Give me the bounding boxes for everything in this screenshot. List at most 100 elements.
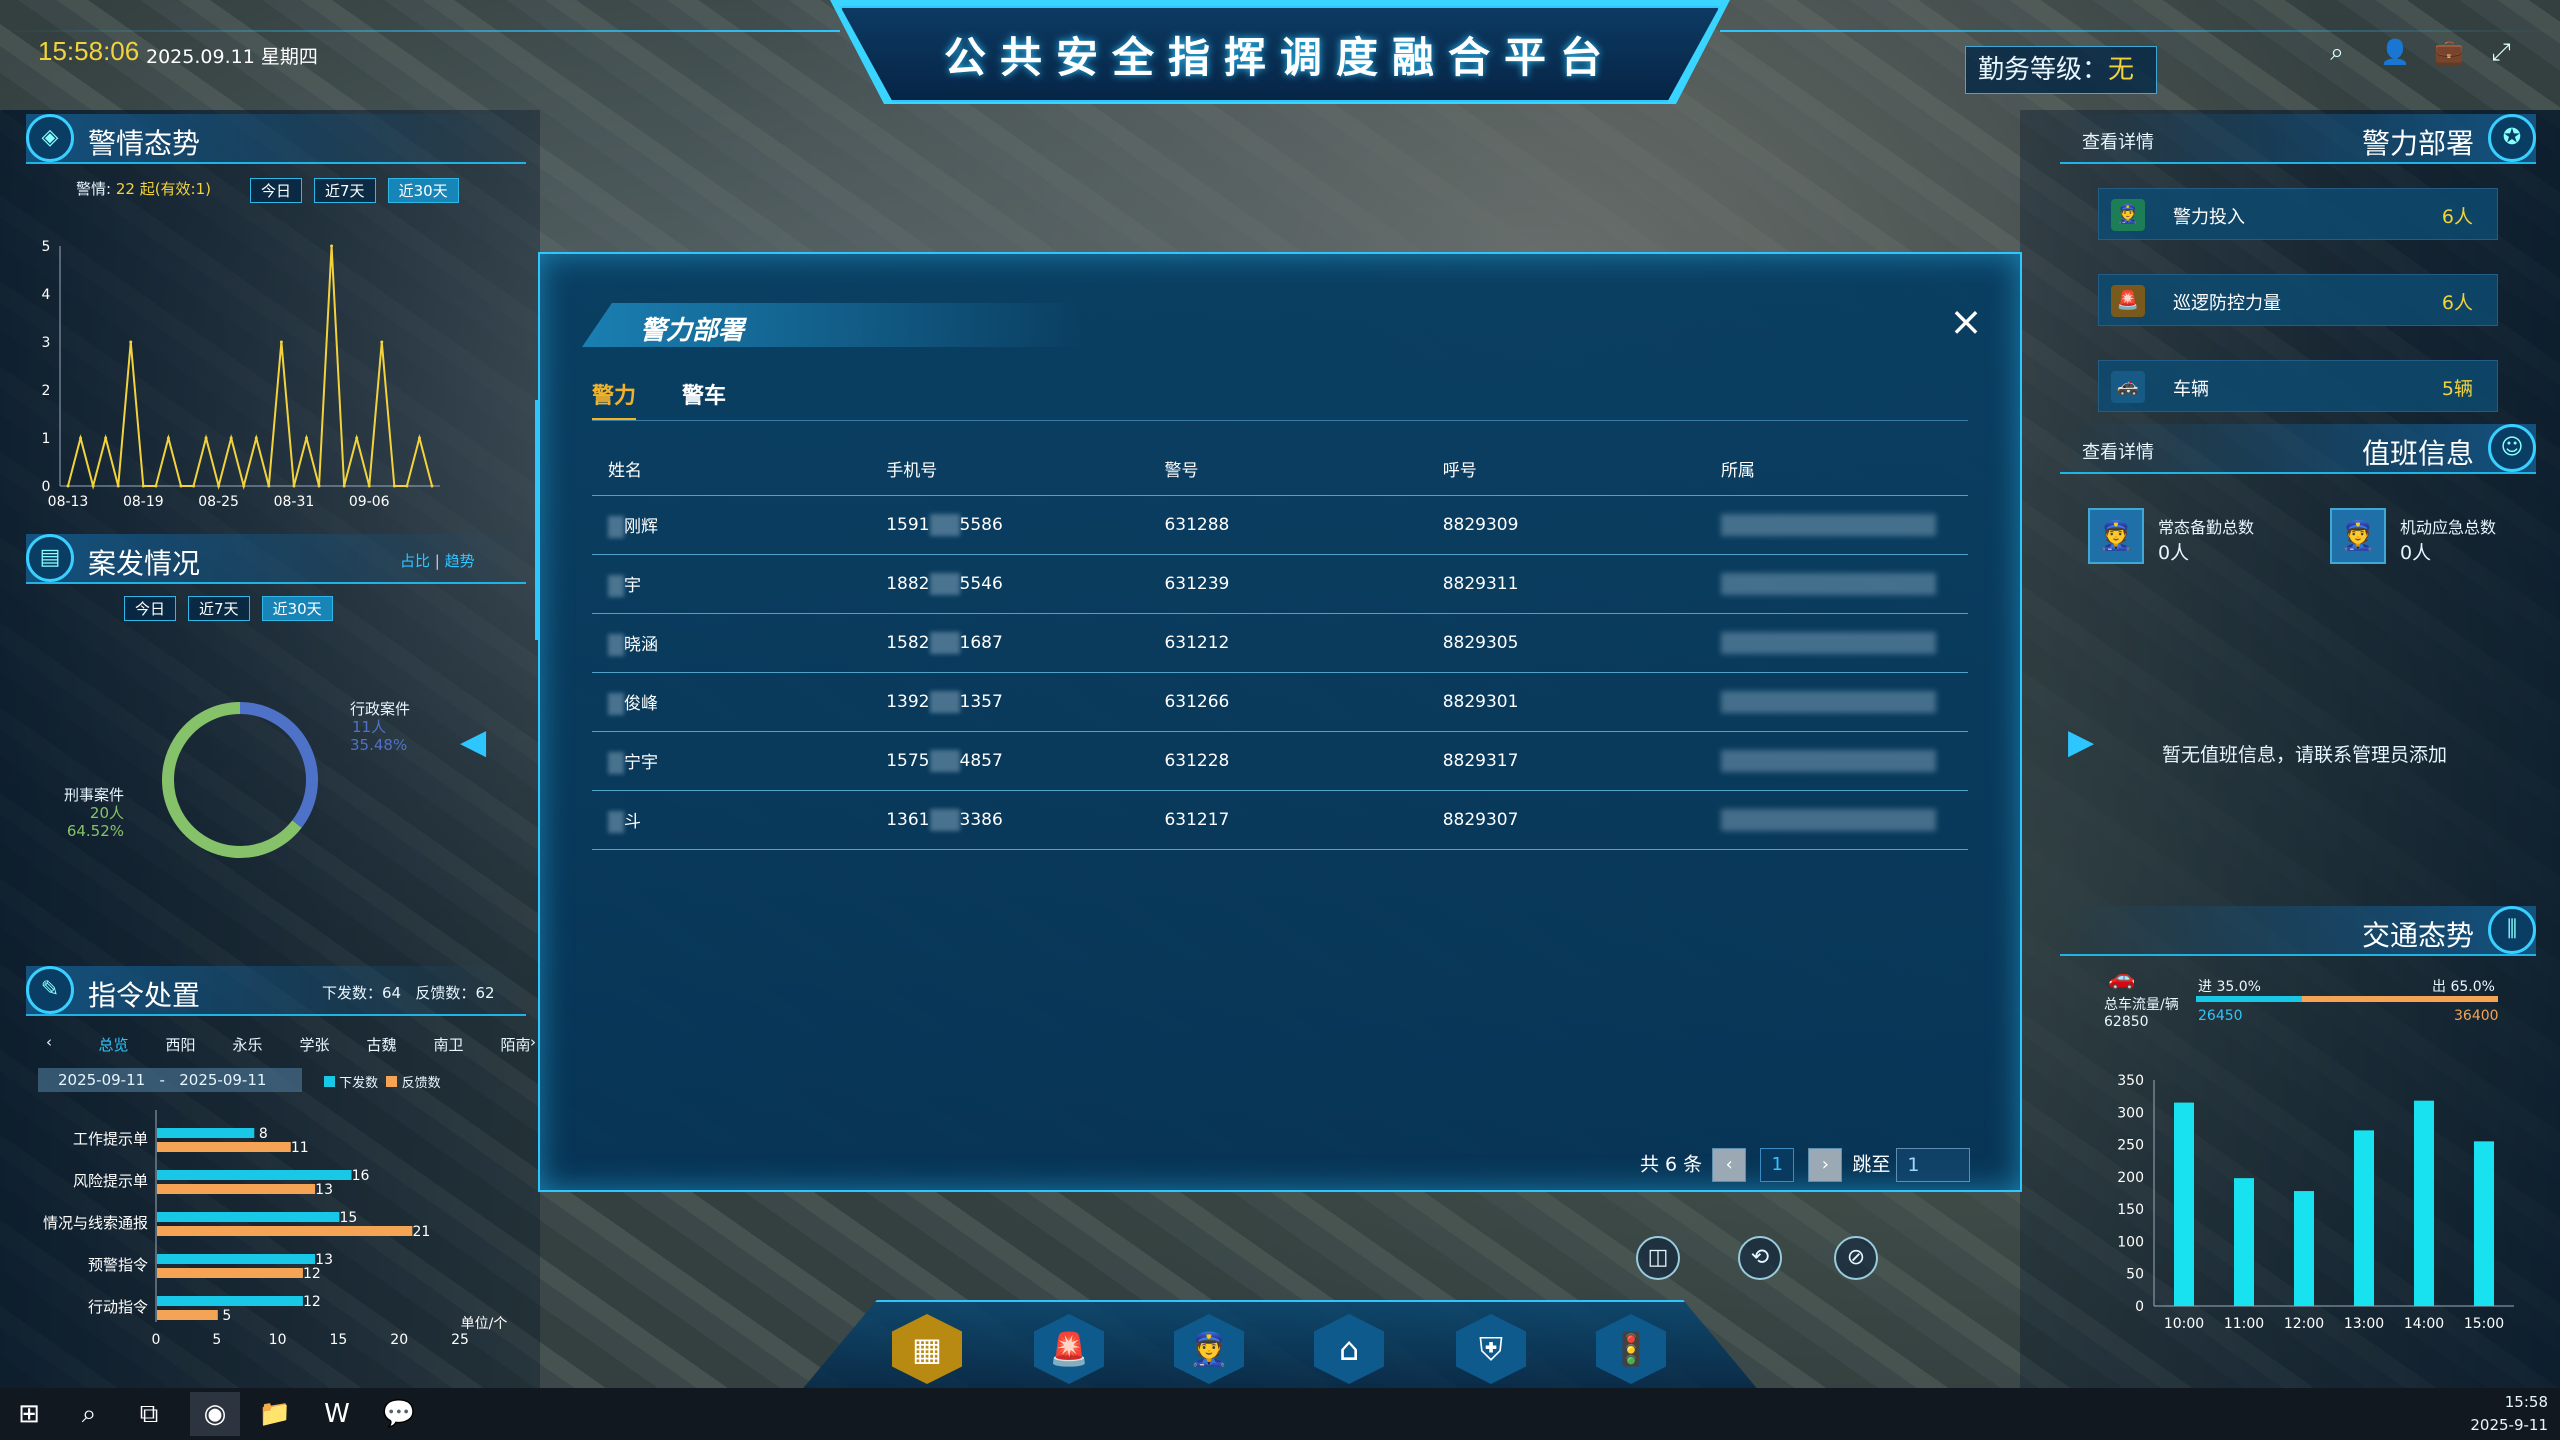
x-tick-label: 08-13	[48, 494, 89, 510]
legend-feedback: 反馈数	[401, 1076, 441, 1091]
legend-swatch-issued	[324, 1076, 335, 1087]
y-tick-label: 250	[2117, 1138, 2144, 1154]
alert-point	[91, 484, 95, 488]
alert-point	[66, 484, 70, 488]
case-link-ratio[interactable]: 占比	[400, 552, 430, 570]
cell-unit	[1704, 672, 1968, 732]
bar-value-label: 16	[352, 1168, 370, 1184]
table-row[interactable]: 斗 1361 3386 631217 8829307	[592, 790, 1968, 850]
x-tick-label: 0	[152, 1332, 161, 1348]
table-row[interactable]: 宇 1882 5546 631239 8829311	[592, 554, 1968, 614]
y-tick-label: 4	[42, 287, 51, 303]
case-tab-7d[interactable]: 近7天	[188, 596, 250, 621]
modal-tab-vehicle[interactable]: 警车	[682, 378, 726, 418]
alert-point	[242, 484, 246, 488]
cell-phone-end: 1687	[959, 632, 1003, 653]
date-range-input[interactable]: 2025-09-11 - 2025-09-11	[38, 1068, 302, 1092]
privacy-mask	[608, 692, 624, 715]
area-tab[interactable]: 永乐	[214, 1034, 281, 1055]
cmd-feedback-label: 反馈数：	[415, 984, 476, 1002]
alert-tab-today[interactable]: 今日	[250, 178, 303, 203]
case-tab-today[interactable]: 今日	[124, 596, 177, 621]
y-tick-label: 2	[42, 383, 51, 399]
cmd-issued-value: 64	[382, 984, 402, 1002]
cell-name-text: 刚辉	[624, 516, 658, 537]
cell-badge: 631212	[1148, 613, 1427, 673]
cell-name-text: 宇	[624, 575, 641, 596]
police-item-vehicle[interactable]: 🚓 车辆 5辆	[2098, 360, 2498, 412]
traffic-flow-total: 62850	[2104, 1014, 2149, 1030]
cell-name: 俊峰	[592, 672, 871, 732]
police-detail-link[interactable]: 查看详情	[2082, 128, 2154, 154]
chrome-icon[interactable]: ◉	[190, 1392, 240, 1436]
layers-icon[interactable]: ◫	[1636, 1236, 1680, 1280]
compass-icon[interactable]: ⊘	[1834, 1236, 1878, 1280]
table-row[interactable]: 刚辉 1591 5586 631288 8829309	[592, 495, 1968, 555]
case-link-trend[interactable]: 趋势	[445, 552, 475, 570]
pager-current-page[interactable]: 1	[1760, 1148, 1795, 1182]
y-tick-label: 350	[2117, 1073, 2144, 1089]
duty-detail-link[interactable]: 查看详情	[2082, 438, 2154, 464]
file-explorer-icon[interactable]: 📁	[250, 1392, 300, 1436]
area-next-icon[interactable]: ›	[530, 1033, 536, 1051]
windows-start-icon[interactable]: ⊞	[4, 1392, 54, 1436]
area-tab[interactable]: 学张	[281, 1034, 348, 1055]
legend-swatch-feedback	[386, 1076, 398, 1087]
bar	[157, 1254, 316, 1264]
cell-name: 斗	[592, 790, 871, 850]
user-icon[interactable]: 👤	[2380, 38, 2410, 68]
bar-value-label: 13	[315, 1182, 333, 1198]
task-view-icon[interactable]: ⧉	[124, 1392, 174, 1436]
y-tick-label: 50	[2126, 1267, 2144, 1283]
wechat-icon[interactable]: 💬	[374, 1392, 424, 1436]
case-tab-30d[interactable]: 近30天	[261, 596, 333, 621]
pager-prev-button[interactable]: ‹	[1712, 1148, 1747, 1182]
privacy-mask	[929, 690, 960, 713]
word-icon[interactable]: W	[312, 1392, 362, 1436]
category-label: 工作提示单	[73, 1130, 148, 1148]
area-tab[interactable]: 西阳	[147, 1034, 214, 1055]
police-table: 姓名 手机号 警号 呼号 所属 刚辉 1591 5586 631288 8829309 宇…	[592, 443, 1968, 850]
table-row[interactable]: 晓涵 1582 1687 631212 8829305	[592, 613, 1968, 673]
privacy-mask	[608, 574, 624, 597]
cell-badge: 631228	[1148, 731, 1427, 791]
pager-next-button[interactable]: ›	[1808, 1148, 1843, 1182]
briefcase-icon[interactable]: 💼	[2434, 38, 2464, 68]
duty-panel-title: 值班信息	[2362, 437, 2475, 470]
alert-tab-30d[interactable]: 近30天	[387, 178, 459, 203]
alert-tab-7d[interactable]: 近7天	[314, 178, 376, 203]
pie-label-admin-count: 11人	[352, 718, 387, 736]
table-row[interactable]: 俊峰 1392 1357 631266 8829301	[592, 672, 1968, 732]
clock-time: 15:58:06	[38, 36, 140, 66]
police-item-patrol-label: 巡逻防控力量	[2173, 293, 2281, 314]
area-tab[interactable]: 古魏	[348, 1034, 415, 1055]
police-item-patrol[interactable]: 🚨 巡逻防控力量 6人	[2098, 274, 2498, 326]
column-header: 呼号	[1426, 443, 1705, 496]
cell-name-text: 斗	[624, 811, 641, 832]
reset-view-icon[interactable]: ⟲	[1738, 1236, 1782, 1280]
alert-point	[292, 484, 296, 488]
y-tick-label: 0	[42, 479, 51, 495]
cell-unit	[1704, 731, 1968, 791]
search-icon[interactable]: ⌕	[2322, 38, 2352, 68]
alert-series-line	[67, 245, 433, 490]
close-icon[interactable]: ×	[1946, 302, 1986, 342]
alert-panel-title: 警情态势	[88, 127, 201, 160]
column-header: 警号	[1148, 443, 1427, 496]
bar-value-label: 12	[303, 1294, 321, 1310]
taskbar-search-icon[interactable]: ⌕	[64, 1392, 114, 1436]
police-item-force[interactable]: 👮 警力投入 6人	[2098, 188, 2498, 240]
modal-tab-police[interactable]: 警力	[592, 378, 637, 421]
pager-jump-input[interactable]: 1	[1896, 1148, 1971, 1182]
bar	[157, 1268, 303, 1278]
collapse-right-icon[interactable]: ▶	[2068, 722, 2094, 762]
area-tabs: 总览 西阳 永乐 学张 古魏 南卫 陌南	[80, 1034, 549, 1055]
area-tab[interactable]: 总览	[80, 1034, 147, 1055]
area-tab[interactable]: 南卫	[415, 1034, 482, 1055]
table-row[interactable]: 宁宇 1575 4857 631228 8829317	[592, 731, 1968, 791]
bar	[157, 1226, 413, 1236]
traffic-flow-bar	[2196, 996, 2498, 1002]
collapse-left-icon[interactable]: ◀	[460, 722, 486, 762]
fullscreen-icon[interactable]: ⤢	[2486, 38, 2516, 68]
area-prev-icon[interactable]: ‹	[46, 1033, 52, 1051]
